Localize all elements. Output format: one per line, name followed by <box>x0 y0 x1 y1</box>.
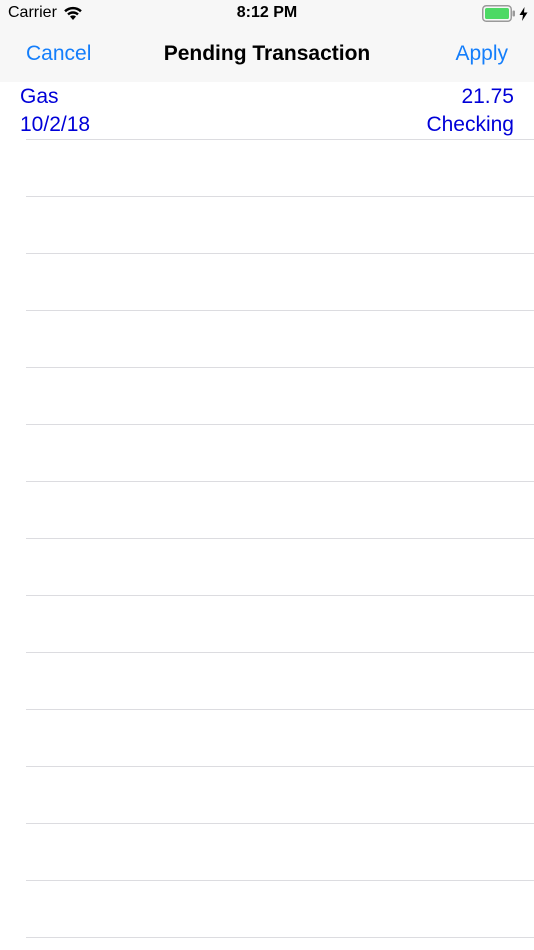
bolt-icon <box>519 6 528 21</box>
row-separator <box>26 652 534 653</box>
transaction-date: 10/2/18 <box>20 113 91 136</box>
transaction-payee: Gas <box>20 85 59 108</box>
transaction-row[interactable]: Gas 21.75 10/2/18 Checking <box>0 82 534 139</box>
row-separator <box>26 880 534 881</box>
apply-button[interactable]: Apply <box>455 42 508 66</box>
row-separator <box>26 595 534 596</box>
row-separator <box>26 424 534 425</box>
row-separator <box>26 196 534 197</box>
row-separator <box>26 481 534 482</box>
clock: 8:12 PM <box>236 4 298 21</box>
status-bar: Carrier 8:12 PM <box>0 0 534 28</box>
battery-group <box>482 5 528 22</box>
row-separator <box>26 937 534 938</box>
row-separator <box>26 367 534 368</box>
transaction-account: Checking <box>426 113 514 136</box>
row-separator <box>26 253 534 254</box>
row-separator <box>26 538 534 539</box>
row-separator <box>26 823 534 824</box>
battery-icon <box>482 5 516 22</box>
table-separators <box>0 0 534 950</box>
row-separator <box>26 139 534 140</box>
page-title: Pending Transaction <box>163 42 371 65</box>
transaction-amount: 21.75 <box>461 85 514 108</box>
row-separator <box>26 766 534 767</box>
navigation-bar: Cancel Pending Transaction Apply <box>0 28 534 82</box>
row-separator <box>26 709 534 710</box>
row-separator <box>26 310 534 311</box>
